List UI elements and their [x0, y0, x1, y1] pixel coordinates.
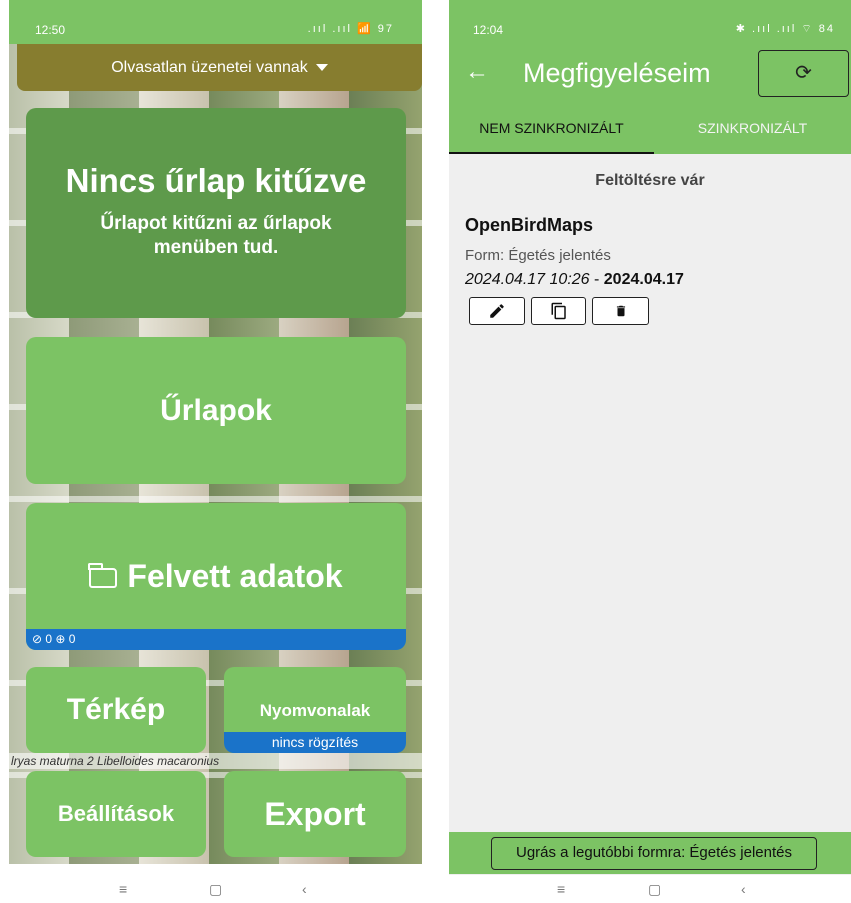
- sync-count-bar: ⊘ 0 ⊕ 0: [26, 629, 406, 650]
- unread-messages-label: Olvasatlan üzenetei vannak: [111, 59, 308, 76]
- nav-home-icon[interactable]: ▢: [648, 881, 661, 898]
- tracks-button[interactable]: Nyomvonalak nincs rögzítés: [224, 667, 406, 753]
- sync-icon: ⟳: [795, 62, 812, 84]
- recorded-data-button[interactable]: Felvett adatok ⊘ 0 ⊕ 0: [26, 503, 406, 650]
- forms-label: Űrlapok: [160, 394, 272, 427]
- caret-down-icon: [315, 64, 328, 72]
- pinned-form-card[interactable]: Nincs űrlap kitűzve Űrlapot kitűzni az ű…: [26, 108, 406, 318]
- observation-form: Form: Égetés jelentés: [465, 247, 611, 264]
- folder-open-icon: [88, 563, 118, 588]
- status-time: 12:50: [35, 23, 66, 37]
- observation-date: 2024.04.17 10:26 - 2024.04.17: [465, 271, 684, 289]
- map-label: Térkép: [66, 693, 166, 726]
- forms-button[interactable]: Űrlapok: [26, 337, 406, 484]
- observation-date-start: 2024.04.17 10:26: [465, 271, 590, 288]
- edit-icon: [490, 304, 504, 318]
- observation-title: OpenBirdMaps: [465, 215, 594, 235]
- pinned-form-subtitle: Űrlapot kitűzni az űrlapok menüben tud.: [100, 213, 332, 258]
- observations-screen: 12:04 ✱ .ııl .ııl ⌔ 84 ← Megfigyeléseim …: [449, 0, 851, 903]
- sync-button[interactable]: ⟳: [758, 50, 849, 97]
- nav-menu-icon[interactable]: ≡: [119, 881, 127, 897]
- footer-bar: Ugrás a legutóbbi formra: Égetés jelenté…: [449, 832, 851, 874]
- species-list-background-text: lryas maturna 2 Libelloides macaronius: [9, 753, 422, 769]
- copy-icon: [551, 302, 566, 320]
- pending-upload-heading: Feltöltésre vár: [595, 172, 705, 189]
- tab-synced[interactable]: SZINKRONIZÁLT: [654, 104, 851, 154]
- status-bar: 12:04 ✱ .ııl .ııl ⌔ 84: [449, 0, 851, 44]
- settings-label: Beállítások: [57, 801, 175, 826]
- tab-not-synced[interactable]: NEM SZINKRONIZÁLT: [449, 104, 654, 154]
- android-nav-bar: ≡ ▢ ‹: [449, 875, 851, 903]
- back-arrow-icon[interactable]: ←: [465, 58, 489, 86]
- delete-button[interactable]: [592, 297, 649, 325]
- nav-back-icon[interactable]: ‹: [302, 881, 307, 897]
- unread-messages-banner[interactable]: Olvasatlan üzenetei vannak: [17, 44, 422, 91]
- map-button[interactable]: Térkép: [26, 667, 206, 753]
- duplicate-button[interactable]: [531, 297, 586, 325]
- jump-to-last-form-button[interactable]: Ugrás a legutóbbi formra: Égetés jelenté…: [491, 837, 817, 870]
- nav-menu-icon[interactable]: ≡: [557, 881, 565, 897]
- status-icons: .ııl .ııl 📶 97: [307, 23, 394, 35]
- nav-home-icon[interactable]: ▢: [209, 881, 222, 898]
- sync-tabs: NEM SZINKRONIZÁLT SZINKRONIZÁLT: [449, 104, 851, 154]
- settings-button[interactable]: Beállítások: [26, 771, 206, 857]
- page-title: Megfigyeléseim: [523, 58, 711, 88]
- edit-button[interactable]: [469, 297, 525, 325]
- recorded-data-label: Felvett adatok: [127, 558, 343, 594]
- export-button[interactable]: Export: [224, 771, 406, 857]
- pinned-form-title: Nincs űrlap kitűzve: [65, 162, 367, 199]
- observation-date-end: 2024.04.17: [603, 271, 684, 288]
- android-nav-bar: ≡ ▢ ‹: [9, 875, 422, 903]
- status-icons: ✱ .ııl .ııl ⌔ 84: [735, 23, 835, 35]
- nav-back-icon[interactable]: ‹: [741, 881, 746, 897]
- status-time: 12:04: [473, 23, 504, 37]
- tracks-status: nincs rögzítés: [224, 732, 406, 753]
- app-bar: ← Megfigyeléseim ⟳: [449, 44, 851, 104]
- tracks-label: Nyomvonalak: [259, 701, 371, 720]
- observation-date-sep: -: [589, 271, 604, 288]
- delete-icon: [616, 305, 625, 317]
- home-screen: lryas maturna 2 Libelloides macaronius 1…: [9, 0, 422, 903]
- export-label: Export: [264, 796, 366, 832]
- status-bar: 12:50 .ııl .ııl 📶 97: [9, 0, 422, 44]
